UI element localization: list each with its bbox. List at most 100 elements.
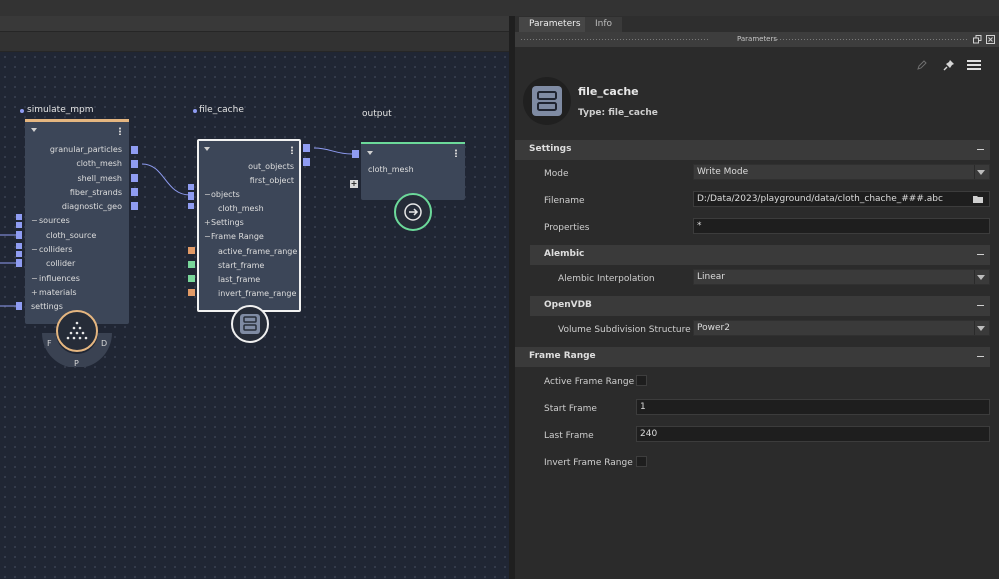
input-port[interactable] (16, 214, 22, 220)
add-input-icon[interactable]: + (350, 180, 358, 188)
mode-dropdown[interactable]: Write Mode (693, 164, 990, 180)
param-port-green[interactable] (188, 261, 195, 268)
param-port-orange[interactable] (188, 247, 195, 254)
output-port[interactable] (131, 202, 138, 210)
last-frame-field[interactable]: 240 (636, 426, 990, 442)
group-toggle[interactable]: − (31, 245, 38, 254)
group-toggle[interactable]: + (204, 218, 211, 227)
group-toggle[interactable]: − (31, 274, 38, 283)
filename-field[interactable]: D:/Data/2023/playground/data/cloth_chach… (693, 191, 990, 207)
input-port[interactable] (16, 302, 22, 310)
input-port[interactable] (16, 243, 22, 249)
wire-cloth-mesh (141, 163, 191, 196)
group-toggle[interactable]: − (31, 216, 38, 225)
pin-icon[interactable] (943, 59, 955, 71)
output-port[interactable] (131, 188, 138, 196)
input-port[interactable] (16, 222, 22, 228)
input-group-label: sources (39, 216, 70, 225)
close-panel-icon[interactable] (986, 35, 995, 44)
section-title: OpenVDB (544, 300, 592, 310)
graph-canvas[interactable]: simulate_mpm granular_particles cloth_me… (0, 52, 509, 579)
mode-letter-p[interactable]: P (74, 359, 79, 368)
node-menu-icon[interactable] (291, 146, 293, 154)
mode-letter-d[interactable]: D (101, 339, 107, 348)
section-title: Frame Range (529, 351, 596, 361)
node-menu-icon[interactable] (455, 149, 457, 157)
volume-subdivision-dropdown[interactable]: Power2 (693, 320, 990, 336)
param-port-green[interactable] (188, 275, 195, 282)
output-port[interactable] (131, 174, 138, 182)
section-settings[interactable]: Settings (515, 140, 990, 160)
input-port[interactable] (352, 150, 359, 158)
last-frame-label: Last Frame (544, 431, 594, 441)
node-simulate-mpm[interactable]: granular_particles cloth_mesh shell_mesh… (25, 119, 129, 324)
wire-out-objects (313, 147, 353, 155)
output-port-label: out_objects (248, 162, 294, 171)
alembic-interpolation-label: Alembic Interpolation (558, 274, 655, 284)
input-port[interactable] (188, 184, 194, 190)
node-graph-panel: simulate_mpm granular_particles cloth_me… (0, 16, 511, 579)
section-openvdb[interactable]: OpenVDB (530, 296, 990, 316)
properties-label: Properties (544, 223, 590, 233)
chevron-down-icon (977, 326, 985, 331)
input-port[interactable] (16, 259, 22, 267)
properties-value: * (697, 221, 702, 231)
input-port[interactable] (188, 203, 194, 209)
collapse-icon[interactable] (204, 147, 210, 151)
tab-info[interactable]: Info (585, 17, 623, 32)
parameters-header: Parameters (515, 32, 999, 47)
mode-letter-f[interactable]: F (47, 339, 52, 348)
output-port-label: diagnostic_geo (61, 202, 122, 211)
node-menu-icon[interactable] (119, 127, 121, 135)
node-type-icon (523, 77, 571, 125)
alembic-interpolation-dropdown[interactable]: Linear (693, 269, 990, 285)
output-port[interactable] (131, 160, 138, 168)
input-group-label: influences (39, 274, 80, 283)
properties-field[interactable]: * (693, 218, 990, 234)
collapse-icon[interactable] (31, 128, 37, 132)
mode-value: Write Mode (697, 167, 749, 177)
section-frame-range[interactable]: Frame Range (515, 347, 990, 367)
input-port[interactable] (16, 231, 22, 239)
section-alembic[interactable]: Alembic (530, 245, 990, 265)
file-cache-icon[interactable] (229, 303, 271, 345)
edit-icon[interactable] (916, 59, 928, 71)
collapse-section-icon[interactable] (977, 149, 984, 150)
folder-icon[interactable] (973, 195, 983, 203)
start-frame-value: 1 (640, 402, 646, 412)
node-name: file_cache (578, 85, 639, 98)
output-port[interactable] (303, 144, 310, 152)
collapse-icon[interactable] (367, 151, 373, 155)
chevron-down-icon (977, 170, 985, 175)
group-toggle[interactable]: − (204, 190, 211, 199)
collapse-section-icon[interactable] (977, 356, 984, 357)
input-group-label: objects (211, 190, 240, 199)
collapse-section-icon[interactable] (977, 254, 984, 255)
input-port[interactable] (16, 251, 22, 257)
float-panel-icon[interactable] (973, 35, 982, 44)
output-port[interactable] (303, 158, 310, 166)
param-port-orange[interactable] (188, 289, 195, 296)
start-frame-field[interactable]: 1 (636, 399, 990, 415)
output-port[interactable] (131, 146, 138, 154)
node-status-dot (193, 109, 197, 113)
section-title: Settings (529, 144, 572, 154)
parameters-body: file_cache Type: file_cache Settings Mod… (515, 47, 999, 579)
node-status-dot (20, 109, 24, 113)
drag-grip[interactable] (773, 38, 969, 41)
input-group-label: Frame Range (211, 232, 264, 241)
invert-frame-range-label: Invert Frame Range (544, 458, 633, 468)
menu-icon[interactable] (967, 59, 981, 71)
group-toggle[interactable]: − (204, 232, 211, 241)
input-port-label: last_frame (218, 275, 261, 284)
output-node-icon[interactable] (392, 191, 434, 233)
group-toggle[interactable]: + (31, 288, 38, 297)
tab-parameters[interactable]: Parameters (519, 17, 591, 32)
active-frame-range-checkbox[interactable] (636, 375, 647, 386)
collapse-section-icon[interactable] (977, 305, 984, 306)
input-port-label: collider (46, 259, 76, 268)
output-port-label: cloth_mesh (76, 159, 122, 168)
invert-frame-range-checkbox[interactable] (636, 456, 647, 467)
node-file-cache[interactable]: out_objects first_object − objects cloth… (197, 139, 301, 312)
input-port[interactable] (188, 192, 194, 200)
